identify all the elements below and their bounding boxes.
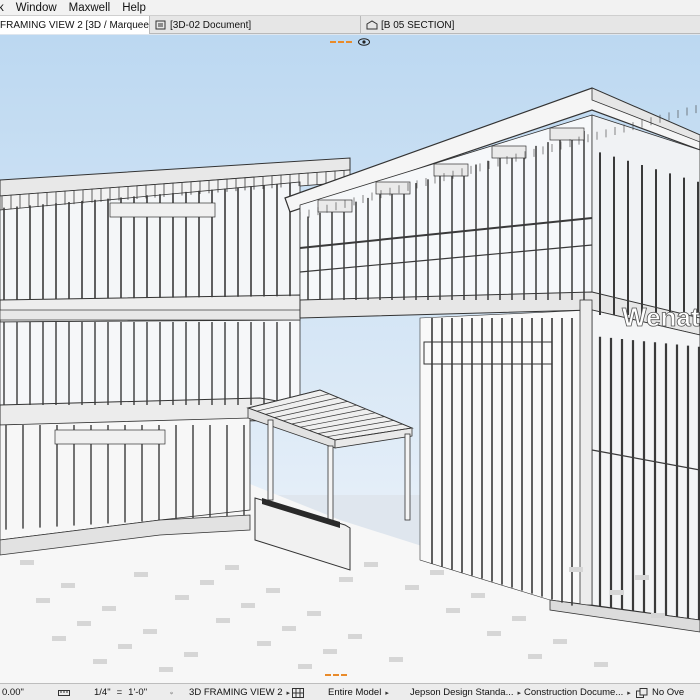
scale-selector[interactable]: 1/4" = 1'-0" xyxy=(58,684,168,700)
tab-label: [3D-02 Document] xyxy=(170,19,252,31)
shadow-patch xyxy=(405,585,419,590)
left-wing-frame xyxy=(0,157,351,556)
shadow-patch xyxy=(610,590,624,595)
layers-icon xyxy=(170,691,174,694)
shadow-patch xyxy=(36,598,50,603)
shadow-patch xyxy=(471,593,485,598)
shadow-patch xyxy=(134,572,148,577)
shadow-patch xyxy=(61,583,75,588)
shadow-patch xyxy=(102,606,116,611)
shadow-patch xyxy=(93,659,107,664)
chevron-right-icon: ▸ xyxy=(286,689,290,697)
scale-value: 1/4" xyxy=(94,687,111,698)
view-selector[interactable]: 3D FRAMING VIEW 2 ▸ xyxy=(170,684,290,700)
shadow-patch xyxy=(20,560,34,565)
shadow-patch xyxy=(553,639,567,644)
chevron-right-icon: ▸ xyxy=(385,689,389,697)
shadow-patch xyxy=(651,613,665,618)
view-name: 3D FRAMING VIEW 2 xyxy=(189,687,283,698)
zoom-field[interactable]: 0.00" xyxy=(2,684,50,700)
shadow-patch xyxy=(282,626,296,631)
shadow-patch xyxy=(52,636,66,641)
tab-label: FRAMING VIEW 2 [3D / Marquee, All Stor..… xyxy=(0,19,150,31)
shadow-patch xyxy=(216,618,230,623)
menu-item-help[interactable]: Help xyxy=(116,0,152,16)
view-navigation-hint[interactable] xyxy=(322,36,378,47)
eye-icon[interactable] xyxy=(358,37,370,46)
shadow-patch xyxy=(528,654,542,659)
document-icon xyxy=(155,20,166,30)
shadow-patch xyxy=(323,649,337,654)
shadow-patch xyxy=(446,608,460,613)
document-value: Construction Docume... xyxy=(524,687,624,698)
zoom-value: 0.00" xyxy=(2,687,24,698)
shadow-patch xyxy=(225,565,239,570)
shadow-patch xyxy=(594,662,608,667)
shadow-patch xyxy=(348,634,362,639)
view-tab-bar: FRAMING VIEW 2 [3D / Marquee, All Stor..… xyxy=(0,16,700,34)
shadow-patch xyxy=(175,595,189,600)
shadow-patch xyxy=(364,562,378,567)
accent-dash xyxy=(325,674,347,676)
shadow-patch xyxy=(512,616,526,621)
status-bar: 0.00" 1/4" = 1'-0" 3D FRAMING VIEW 2 ▸ E… xyxy=(0,683,700,700)
shadow-patch xyxy=(266,588,280,593)
3d-viewport[interactable]: Wenate xyxy=(0,35,700,683)
tab-3d-framing-view[interactable]: FRAMING VIEW 2 [3D / Marquee, All Stor..… xyxy=(0,16,150,34)
accent-dash xyxy=(330,40,352,43)
framing-model-render[interactable]: Wenate xyxy=(0,35,700,683)
tab-label: [B 05 SECTION] xyxy=(381,19,455,31)
shadow-patch xyxy=(257,641,271,646)
standard-selector[interactable]: Jepson Design Standa... ▸ xyxy=(406,684,521,700)
framing-post xyxy=(54,429,166,445)
chevron-right-icon: ▸ xyxy=(627,689,631,697)
framing-post xyxy=(0,309,301,321)
grid-icon xyxy=(292,687,304,698)
document-selector[interactable]: Construction Docume... ▸ xyxy=(520,684,631,700)
shadow-patch xyxy=(241,603,255,608)
tab-3d-02-document[interactable]: [3D-02 Document] xyxy=(151,16,361,34)
shadow-patch xyxy=(430,570,444,575)
override-value: No Ove xyxy=(652,687,685,698)
shadow-patch xyxy=(77,621,91,626)
framing-post xyxy=(491,145,527,159)
shadow-patch xyxy=(184,652,198,657)
building-signage: Wenate xyxy=(622,302,700,332)
ruler-icon xyxy=(58,689,70,696)
framing-post xyxy=(109,202,216,218)
shadow-patch xyxy=(635,575,649,580)
bottom-drag-handle[interactable] xyxy=(325,674,349,680)
framing-post xyxy=(433,163,469,177)
override-selector[interactable]: No Ove xyxy=(636,684,700,700)
menu-item-maxwell[interactable]: Maxwell xyxy=(63,0,117,16)
model-filter-selector[interactable]: Entire Model ▸ xyxy=(292,684,404,700)
shadow-patch xyxy=(389,657,403,662)
model-filter-value: Entire Model xyxy=(328,687,382,698)
shadow-patch xyxy=(339,577,353,582)
tab-b05-section[interactable]: [B 05 SECTION] xyxy=(362,16,700,34)
menu-bar: k Window Maxwell Help xyxy=(0,0,700,16)
standard-value: Jepson Design Standa... xyxy=(410,687,514,698)
shadow-patch xyxy=(200,580,214,585)
shadow-patch xyxy=(307,611,321,616)
shadow-patch xyxy=(159,667,173,672)
override-icon xyxy=(636,687,648,698)
framing-post xyxy=(317,199,353,213)
shadow-patch xyxy=(569,567,583,572)
shadow-patch xyxy=(143,629,157,634)
shadow-patch xyxy=(118,644,132,649)
shadow-patch xyxy=(298,664,312,669)
shadow-patch xyxy=(487,631,501,636)
menu-item-window[interactable]: Window xyxy=(10,0,63,16)
section-icon xyxy=(366,20,378,30)
scale-equals: = xyxy=(116,687,123,698)
menu-item-work[interactable]: k xyxy=(0,0,10,16)
scale-real-value: 1'-0" xyxy=(128,687,148,698)
